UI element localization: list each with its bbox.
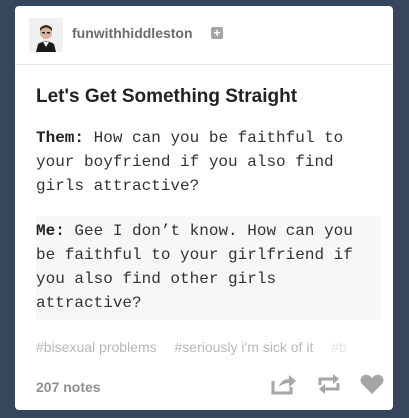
tag-list: #bisexual problems #seriously i'm sick o… [36,339,361,355]
notes-count[interactable]: 207 notes [36,379,101,395]
tag-link[interactable]: #seriously i'm sick of it [175,339,314,355]
avatar[interactable] [29,18,63,52]
post-title: Let's Get Something Straight [36,86,298,107]
username-link[interactable]: funwithhiddleston [72,25,193,41]
dialog-them: Them: How can you be faithful to your bo… [36,126,376,198]
plus-icon[interactable]: + [211,27,223,39]
like-button[interactable] [359,373,385,395]
them-label: Them: [36,129,85,147]
tag-link[interactable]: #bisexual problems [36,339,157,355]
reblog-icon [318,374,340,394]
tag-link[interactable]: #b [331,339,347,355]
reblog-button[interactable] [316,373,342,395]
post-header: funwithhiddleston + [15,6,393,65]
dialog-me: Me: Gee I don’t know. How can you be fai… [36,216,381,320]
post-card: funwithhiddleston + Let's Get Something … [15,6,393,410]
avatar-image [29,18,63,52]
me-text: Gee I don’t know. How can you be faithfu… [36,222,353,312]
share-icon [271,375,296,395]
me-label: Me: [36,222,65,240]
heart-icon [360,374,384,394]
share-button[interactable] [271,373,297,395]
